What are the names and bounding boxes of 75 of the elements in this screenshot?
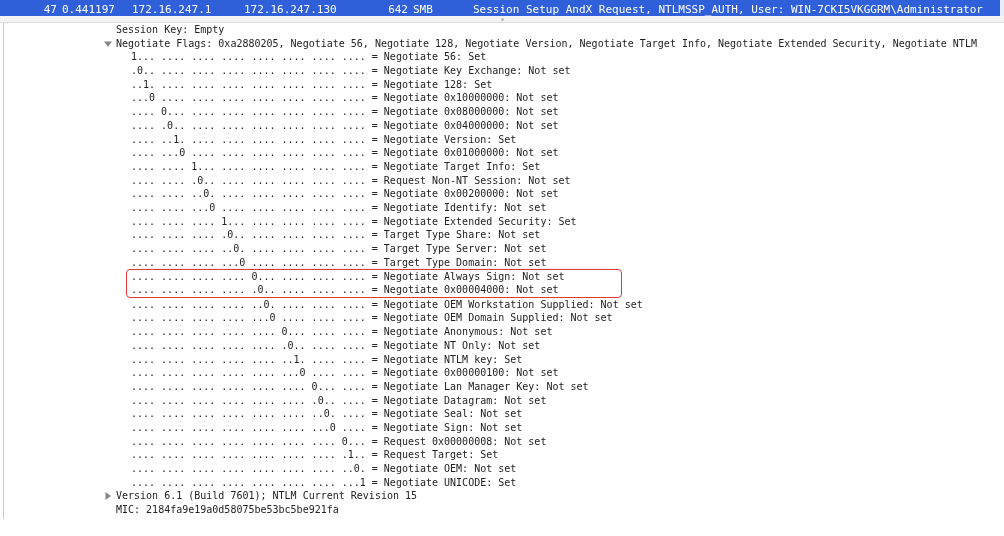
tree-item[interactable]: MIC: 2184fa9e19a0d58075be53bc5be921fa bbox=[116, 503, 339, 517]
flag-label[interactable]: = Negotiate Sign: Not set bbox=[371, 420, 523, 435]
tree-item[interactable]: Session Key: Empty bbox=[116, 23, 225, 37]
flag-bits: .... .... 1... .... .... .... .... .... bbox=[131, 159, 366, 174]
tree-item[interactable]: Version 6.1 (Build 7601); NTLM Current Revision 15 bbox=[116, 489, 418, 504]
flag-label[interactable]: = Negotiate 0x10000000: Not set bbox=[371, 91, 559, 106]
flag-bits: .... .... .... .... ..0. .... .... .... bbox=[131, 297, 366, 312]
packet-protocol: SMB bbox=[413, 2, 434, 16]
packet-length: 642 bbox=[387, 2, 408, 16]
flag-label[interactable]: = Negotiate Extended Security: Set bbox=[371, 214, 577, 229]
flag-label[interactable]: = Negotiate Identify: Not set bbox=[371, 200, 547, 215]
packet-source: 172.16.247.1 bbox=[132, 2, 213, 16]
flag-bits: .... .0.. .... .... .... .... .... .... bbox=[131, 118, 366, 133]
tree-item[interactable]: Negotiate Flags: 0xa2880205, Negotiate 56, Negotiate 128, Negotiate Version, Negotiate Target Info, Negotiate Extended Security, Negotiate NTLM bbox=[116, 36, 977, 51]
flag-label[interactable]: = Negotiate OEM Domain Supplied: Not set bbox=[371, 311, 613, 326]
flag-label[interactable]: = Negotiate NT Only: Not set bbox=[371, 338, 541, 353]
flag-label[interactable]: = Negotiate 0x00004000: Not set bbox=[371, 283, 559, 297]
flag-label[interactable]: = Target Type Share: Not set bbox=[371, 228, 541, 242]
flag-bits: ...0 .... .... .... .... .... .... .... bbox=[131, 91, 366, 106]
flag-label[interactable]: = Negotiate NTLM key: Set bbox=[371, 352, 523, 367]
flag-label[interactable]: = Negotiate OEM Workstation Supplied: Not set bbox=[371, 297, 643, 312]
packet-time: 0.441197 bbox=[62, 2, 116, 16]
flag-bits: .... .... .0.. .... .... .... .... .... bbox=[131, 173, 366, 188]
packet-info: Session Setup AndX Request, NTLMSSP_AUTH, User: WIN-7CKI5VKGGRM\Administrator bbox=[473, 2, 983, 16]
flag-bits: .... .... ..0. .... .... .... .... .... bbox=[131, 187, 366, 201]
flag-label[interactable]: = Request Non-NT Session: Not set bbox=[371, 173, 571, 188]
flag-label[interactable]: = Negotiate Version: Set bbox=[371, 132, 517, 147]
flag-label[interactable]: = Target Type Domain: Not set bbox=[371, 255, 547, 270]
flag-bits: .... 0... .... .... .... .... .... .... bbox=[131, 105, 366, 119]
flag-label[interactable]: = Negotiate 0x01000000: Not set bbox=[371, 146, 559, 160]
flag-label[interactable]: = Negotiate UNICODE: Set bbox=[371, 475, 517, 490]
flag-label[interactable]: = Negotiate 0x00200000: Not set bbox=[371, 187, 559, 201]
flag-label[interactable]: = Negotiate 0x00000100: Not set bbox=[371, 366, 559, 380]
flag-label[interactable]: = Negotiate 0x08000000: Not set bbox=[371, 105, 559, 119]
flag-bits: .... .... .... .... ...0 .... .... .... bbox=[131, 311, 366, 326]
flag-bits: .... .... .... .... .... .... .... ..0. bbox=[131, 462, 366, 476]
flag-bits: .... .... .... .... .... 0... .... .... bbox=[131, 325, 366, 339]
flag-label[interactable]: = Negotiate 0x04000000: Not set bbox=[371, 118, 559, 133]
flag-bits: .... .... .... 1... .... .... .... .... bbox=[131, 214, 366, 229]
flag-bits: 1... .... .... .... .... .... .... .... bbox=[131, 50, 366, 65]
flag-label[interactable]: = Negotiate Seal: Not set bbox=[371, 407, 523, 421]
flag-label[interactable]: = Negotiate Datagram: Not set bbox=[371, 393, 547, 408]
flag-bits: .... .... .... .... .... ...0 .... .... bbox=[131, 366, 366, 380]
flag-bits: .... .... .... .... .... .... .0.. .... bbox=[131, 393, 366, 408]
flag-bits: .... .... .... .... .... .... .... .1.. bbox=[131, 448, 366, 462]
flag-bits: .... .... .... .... .... .0.. .... .... bbox=[131, 338, 366, 353]
flag-label[interactable]: = Request 0x00000008: Not set bbox=[371, 434, 547, 449]
flag-label[interactable]: = Negotiate Always Sign: Not set bbox=[371, 270, 565, 284]
flag-label[interactable]: = Target Type Server: Not set bbox=[371, 242, 547, 256]
flag-bits: .... .... ...0 .... .... .... .... .... bbox=[131, 200, 366, 215]
flag-bits: .... .... .... ...0 .... .... .... .... bbox=[131, 255, 366, 270]
flag-label[interactable]: = Negotiate OEM: Not set bbox=[371, 462, 517, 476]
flag-bits: ..1. .... .... .... .... .... .... .... bbox=[131, 77, 366, 92]
flag-bits: .... .... .... .... .... .... .... ...1 bbox=[131, 475, 366, 490]
flag-bits: .... .... .... .... .... .... ..0. .... bbox=[131, 407, 366, 421]
flag-label[interactable]: = Negotiate Key Exchange: Not set bbox=[371, 64, 571, 78]
flag-bits: .... .... .... .... .... .... 0... .... bbox=[131, 379, 366, 394]
flag-bits: .... .... .... .... .0.. .... .... .... bbox=[131, 283, 366, 297]
packet-number: 47 bbox=[42, 2, 57, 16]
flag-bits: .... .... .... .... .... .... ...0 .... bbox=[131, 420, 366, 435]
flag-bits: .0.. .... .... .... .... .... .... .... bbox=[131, 64, 366, 78]
flag-label[interactable]: = Negotiate 128: Set bbox=[371, 77, 493, 92]
flag-bits: .... .... .... .... 0... .... .... .... bbox=[131, 270, 366, 284]
flag-label[interactable]: = Negotiate Target Info: Set bbox=[371, 159, 541, 174]
flag-label[interactable]: = Request Target: Set bbox=[371, 448, 499, 462]
flag-bits: .... .... .... .... .... ..1. .... .... bbox=[131, 352, 366, 367]
packet-destination: 172.16.247.130 bbox=[244, 2, 338, 16]
flag-bits: .... ...0 .... .... .... .... .... .... bbox=[131, 146, 366, 160]
flag-bits: .... .... .... .... .... .... .... 0... bbox=[131, 434, 366, 449]
flag-label[interactable]: = Negotiate Anonymous: Not set bbox=[371, 325, 553, 339]
flag-bits: .... .... .... .0.. .... .... .... .... bbox=[131, 228, 366, 242]
flag-bits: .... ..1. .... .... .... .... .... .... bbox=[131, 132, 366, 147]
flag-bits: .... .... .... ..0. .... .... .... .... bbox=[131, 242, 366, 256]
flag-label[interactable]: = Negotiate 56: Set bbox=[371, 50, 487, 65]
flag-label[interactable]: = Negotiate Lan Manager Key: Not set bbox=[371, 379, 589, 394]
